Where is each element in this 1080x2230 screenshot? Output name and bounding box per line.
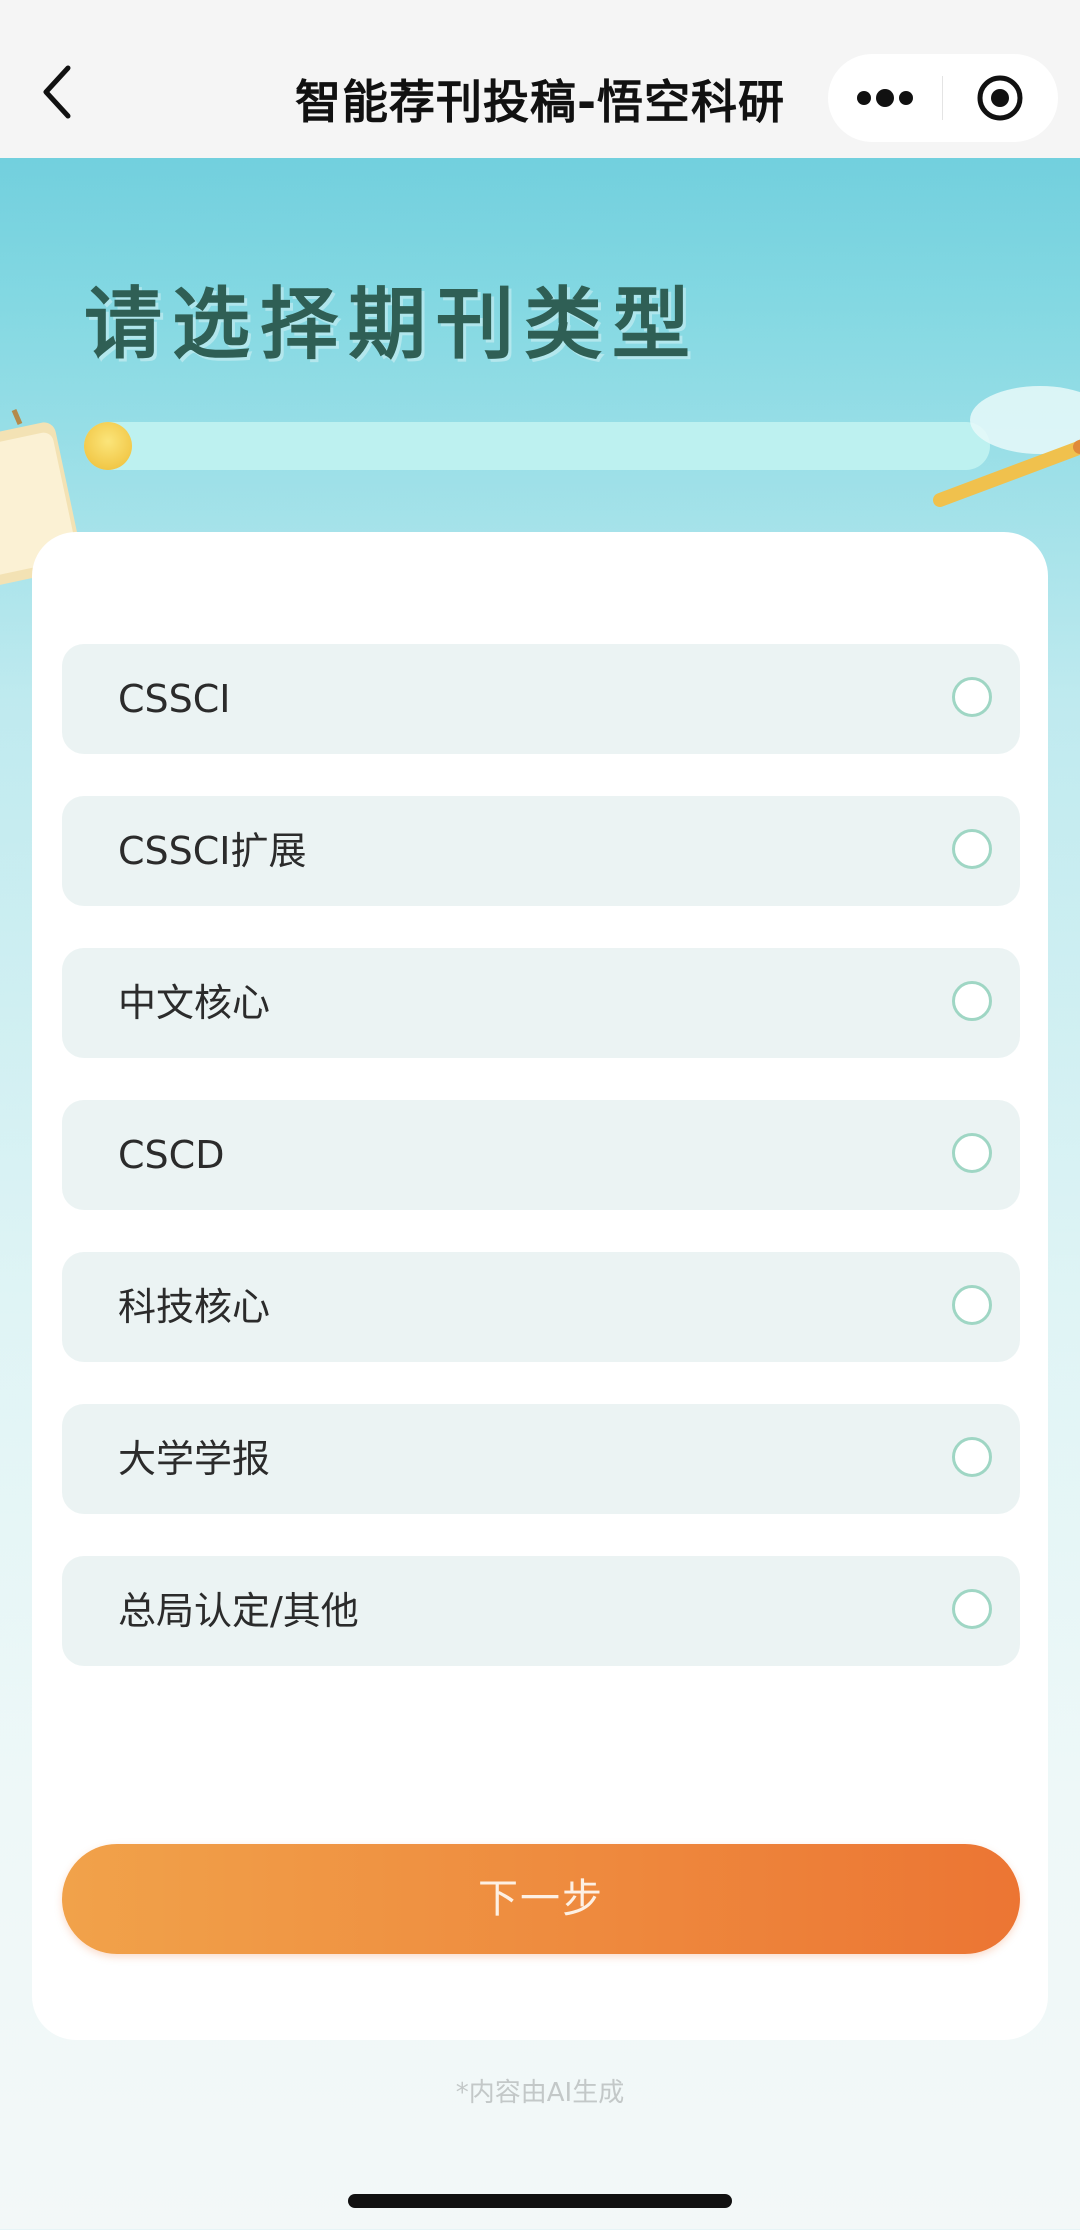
nav-bar: 智能荐刊投稿-悟空科研 xyxy=(0,0,1080,158)
radio-button[interactable] xyxy=(952,829,992,869)
radio-button[interactable] xyxy=(952,1133,992,1173)
journal-type-card: CSSCI CSSCI扩展 中文核心 CSCD 科技核心 大学学报 总局认定/其… xyxy=(32,532,1048,2040)
option-cssci-extended[interactable]: CSSCI扩展 xyxy=(62,796,1020,906)
cloud-pencil-decoration-icon xyxy=(933,386,1080,507)
page-title: 智能荐刊投稿-悟空科研 xyxy=(294,75,786,129)
more-button[interactable] xyxy=(828,54,942,142)
option-label: 大学学报 xyxy=(118,1437,271,1481)
target-circle-icon xyxy=(977,75,1023,121)
next-step-button[interactable]: 下一步 xyxy=(62,1844,1020,1954)
radio-button[interactable] xyxy=(952,981,992,1021)
option-tech-core[interactable]: 科技核心 xyxy=(62,1252,1020,1362)
ai-generated-note: *内容由AI生成 xyxy=(455,2078,625,2108)
back-button[interactable] xyxy=(36,62,86,132)
next-step-label: 下一步 xyxy=(478,1876,604,1922)
progress-bar xyxy=(84,422,990,470)
close-button[interactable] xyxy=(943,54,1058,142)
option-label: CSSCI xyxy=(118,677,231,721)
hero-title: 请选择期刊类型 xyxy=(84,280,701,370)
option-other[interactable]: 总局认定/其他 xyxy=(62,1556,1020,1666)
radio-button[interactable] xyxy=(952,677,992,717)
option-cssci[interactable]: CSSCI xyxy=(62,644,1020,754)
more-dots-icon xyxy=(857,89,913,107)
chevron-left-icon xyxy=(43,65,71,119)
progress-fill xyxy=(84,422,132,470)
option-label: 科技核心 xyxy=(118,1285,271,1329)
option-chinese-core[interactable]: 中文核心 xyxy=(62,948,1020,1058)
home-indicator xyxy=(348,2194,732,2208)
option-university-journal[interactable]: 大学学报 xyxy=(62,1404,1020,1514)
option-label: CSSCI扩展 xyxy=(118,829,307,873)
option-label: 中文核心 xyxy=(118,981,271,1025)
option-label: 总局认定/其他 xyxy=(118,1589,359,1633)
option-cscd[interactable]: CSCD xyxy=(62,1100,1020,1210)
mini-program-capsule xyxy=(828,54,1058,142)
radio-button[interactable] xyxy=(952,1437,992,1477)
option-label: CSCD xyxy=(118,1133,225,1177)
radio-button[interactable] xyxy=(952,1285,992,1325)
radio-button[interactable] xyxy=(952,1589,992,1629)
